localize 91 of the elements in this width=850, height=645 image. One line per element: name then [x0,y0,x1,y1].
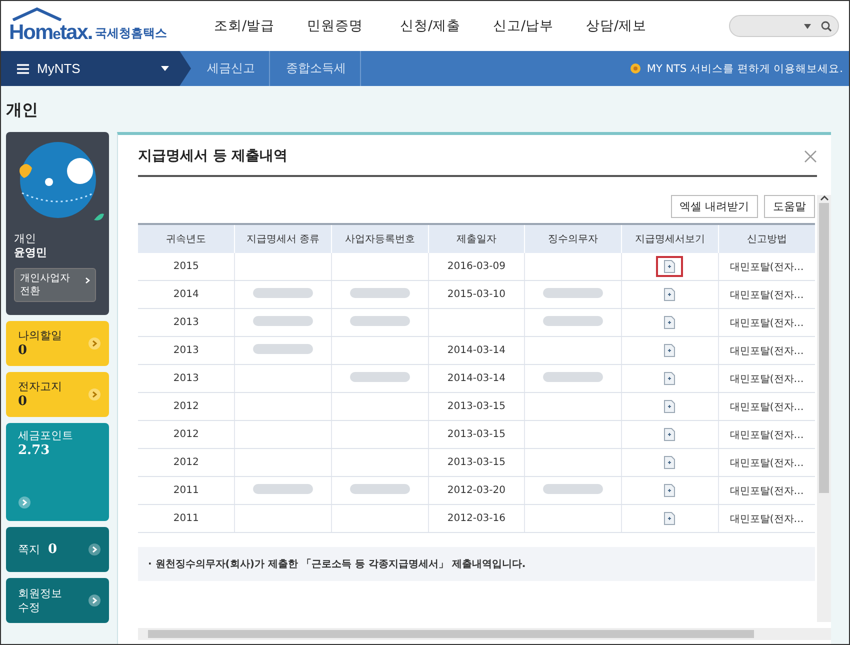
table-cell: 대민포탈(전자… [718,308,815,336]
document-icon [664,512,676,525]
document-icon [664,288,676,301]
switch-account-button[interactable]: 개인사업자 전환 [14,268,96,302]
table-cell: 2012-03-20 [447,485,506,496]
document-icon [664,400,676,413]
toolbar-button[interactable]: 엑셀 내려받기 [670,195,758,218]
table-cell: 2015 [138,253,235,280]
column-header: 사업자등록번호 [331,224,428,253]
user-type: 개인 [14,232,37,246]
vertical-scrollbar[interactable] [817,195,831,622]
table-cell: 대민포탈(전자… [718,448,815,476]
sidebar-card[interactable]: 나의할일 0 [6,321,109,366]
table-cell: 2011 [138,476,235,504]
search-icon[interactable] [821,20,832,32]
user-name: 윤영민 [14,246,48,260]
document-icon [664,428,676,441]
sidebar-card[interactable]: 세금포인트 2.73 [6,423,109,521]
chevron-icon [85,277,90,284]
menu-item[interactable]: 조회/발급 [214,17,307,35]
close-icon[interactable] [804,150,817,162]
breadcrumb-item[interactable]: 종합소득세 [270,51,361,86]
document-icon [664,316,676,329]
column-header: 징수의무자 [524,224,622,253]
caret-icon [161,66,169,71]
page-title: 개인 [6,100,39,121]
search-field[interactable] [729,15,839,37]
mynts-menu[interactable]: MyNTS [1,51,191,86]
column-header: 지급명세서보기 [622,224,718,253]
table-cell: 2012-03-16 [447,513,506,524]
table-cell: 2012 [138,448,235,476]
toolbar-button[interactable]: 도움말 [764,195,815,218]
table-cell: 대민포탈(전자… [718,392,815,420]
card-count: 0 [18,394,28,409]
view-document-button[interactable] [656,256,684,277]
menu-item[interactable]: 신고/납부 [493,17,586,35]
table-cell: 대민포탈(전자… [718,420,815,448]
menu-icon [17,64,29,74]
breadcrumb-item[interactable]: 세금신고 [191,51,270,86]
document-icon [664,260,676,273]
table-cell: 2013 [138,308,235,336]
table-cell: 2015-03-10 [447,289,506,300]
table-cell: 2012 [138,420,235,448]
table-cell: 대민포탈(전자… [718,253,815,280]
document-icon [664,372,676,385]
card-label: 회원정보 수정 [18,586,63,614]
scroll-up-icon[interactable] [820,195,828,201]
menu-item[interactable]: 민원증명 [307,17,400,35]
card-label: 나의할일 [18,329,63,343]
menu-item[interactable]: 상담/제보 [586,17,679,35]
card-label: 전자고지 [18,380,63,394]
document-icon [664,484,676,497]
modal-title: 지급명세서 등 제출내역 [138,147,288,165]
card-count: 2.73 [18,443,51,458]
card-count: 0 [48,542,58,557]
card-label: 세금포인트 [18,429,73,443]
table-cell: 2013 [138,336,235,364]
table-cell: 2014-03-14 [447,373,506,384]
sidebar-card[interactable]: 회원정보 수정 [6,578,109,623]
note-text: · 원천징수의무자(회사)가 제출한 「근로소득 등 각종지급명세서」 제출내역입니다. [148,559,526,570]
sidebar-card[interactable]: 쪽지 0 [6,527,109,572]
table-cell: 대민포탈(전자… [718,504,815,532]
table-cell: 2014 [138,280,235,308]
table-cell: 대민포탈(전자… [718,280,815,308]
caret-icon [804,24,811,28]
table-cell: 대민포탈(전자… [718,476,815,504]
table-cell: 2013-03-15 [447,429,506,440]
column-header: 제출일자 [428,224,525,253]
card-count: 0 [18,343,28,358]
table-cell: 2014-03-14 [447,345,506,356]
menu-item[interactable]: 신청/제출 [400,17,493,35]
table-cell: 2011 [138,504,235,532]
sidebar-card[interactable]: 전자고지 0 [6,372,109,417]
mynts-label: MyNTS [37,61,82,76]
horizontal-scrollbar[interactable] [138,628,831,640]
notice-text: MY NTS 서비스를 편하게 이용해보세요. [646,62,843,76]
table-cell: 대민포탈(전자… [718,364,815,392]
table-cell: 2013-03-15 [447,457,506,468]
document-icon [664,344,676,357]
document-icon [664,456,676,469]
table-cell: 2012 [138,392,235,420]
column-header: 지급명세서 종류 [234,224,332,253]
table-cell: 2013-03-15 [447,401,506,412]
table-cell: 대민포탈(전자… [718,336,815,364]
column-header: 귀속년도 [138,224,235,253]
card-label: 쪽지 [18,542,40,556]
column-header: 신고방법 [718,224,815,253]
hometax-logo[interactable]: Hometax.국세청홈택스 [9,7,194,45]
table-cell: 2013 [138,364,235,392]
flower-icon [630,63,641,74]
table-cell: 2016-03-09 [447,261,506,272]
